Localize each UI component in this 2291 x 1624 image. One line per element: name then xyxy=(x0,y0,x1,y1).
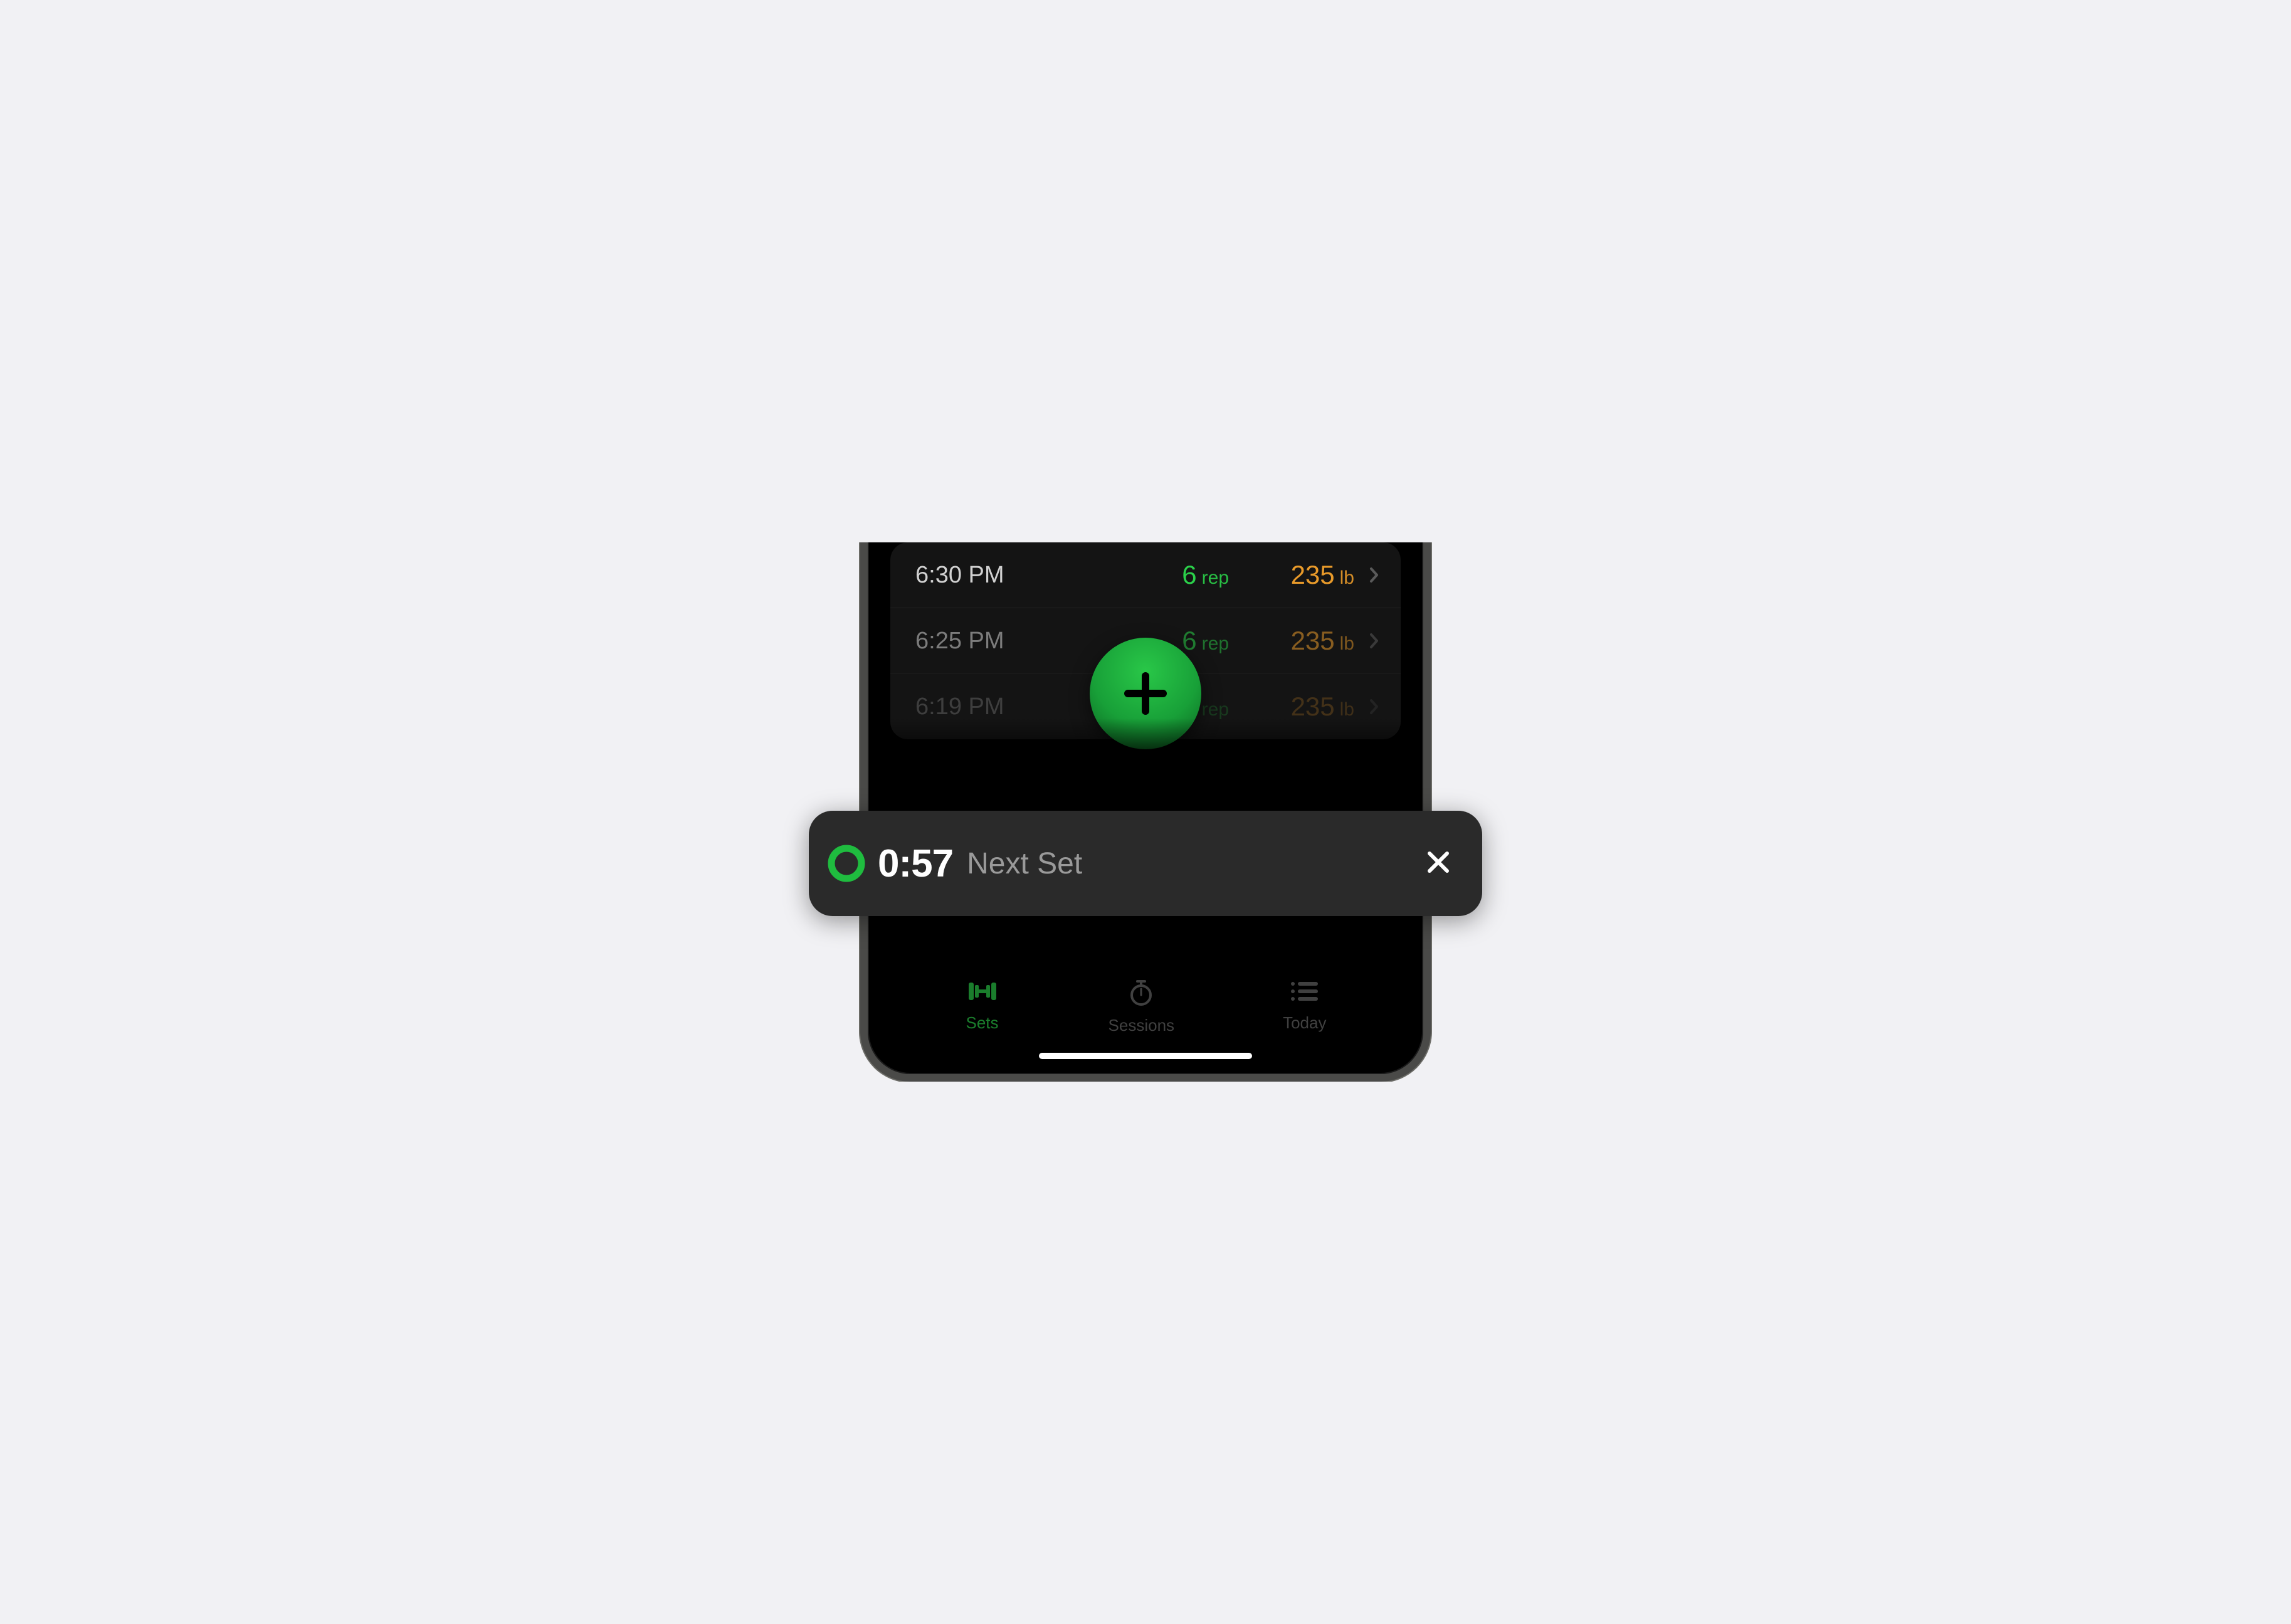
tab-label: Sessions xyxy=(1109,1016,1175,1035)
rep-unit: rep xyxy=(1202,699,1229,720)
tab-bar: Sets Sessions xyxy=(873,956,1418,1069)
stopwatch-icon xyxy=(1127,979,1155,1010)
chevron-right-icon xyxy=(1369,698,1379,715)
list-icon xyxy=(1289,979,1320,1007)
close-icon xyxy=(1426,850,1451,878)
rep-value: 6 xyxy=(1182,560,1196,590)
set-time: 6:25 PM xyxy=(915,628,1141,655)
app-screen: MON, 9 MAR 2020 6:30 PM 6 rep 235 lb xyxy=(873,542,1418,1069)
weight-unit: lb xyxy=(1340,699,1354,720)
chevron-right-icon xyxy=(1369,632,1379,650)
set-weight: 235 lb xyxy=(1229,692,1354,722)
dumbbell-icon xyxy=(965,979,1000,1007)
dismiss-timer-button[interactable] xyxy=(1418,842,1458,885)
home-indicator[interactable] xyxy=(1039,1053,1252,1059)
timer-label: Next Set xyxy=(967,846,1082,881)
set-reps: 6 rep xyxy=(1141,560,1229,590)
rep-value: 6 xyxy=(1182,626,1196,656)
weight-unit: lb xyxy=(1340,633,1354,655)
ring-icon xyxy=(826,843,866,883)
set-row[interactable]: 6:30 PM 6 rep 235 lb xyxy=(890,542,1401,608)
weight-value: 235 xyxy=(1291,560,1335,590)
add-set-button[interactable] xyxy=(1090,638,1201,749)
rep-unit: rep xyxy=(1202,633,1229,655)
rest-timer-banner[interactable]: 0:57 Next Set xyxy=(809,811,1482,916)
weight-unit: lb xyxy=(1340,567,1354,589)
tab-label: Today xyxy=(1283,1013,1326,1033)
rep-unit: rep xyxy=(1202,567,1229,589)
tab-sets[interactable]: Sets xyxy=(965,979,1000,1033)
weight-value: 235 xyxy=(1291,626,1335,656)
tab-label: Sets xyxy=(966,1013,999,1033)
set-weight: 235 lb xyxy=(1229,560,1354,590)
tab-today[interactable]: Today xyxy=(1283,979,1326,1033)
device-frame: MON, 9 MAR 2020 6:30 PM 6 rep 235 lb xyxy=(782,542,1509,1082)
set-weight: 235 lb xyxy=(1229,626,1354,656)
chevron-right-icon xyxy=(1369,566,1379,584)
plus-icon xyxy=(1120,668,1171,719)
set-time: 6:30 PM xyxy=(915,562,1141,589)
weight-value: 235 xyxy=(1291,692,1335,722)
timer-time: 0:57 xyxy=(878,841,953,886)
tab-sessions[interactable]: Sessions xyxy=(1109,979,1175,1035)
